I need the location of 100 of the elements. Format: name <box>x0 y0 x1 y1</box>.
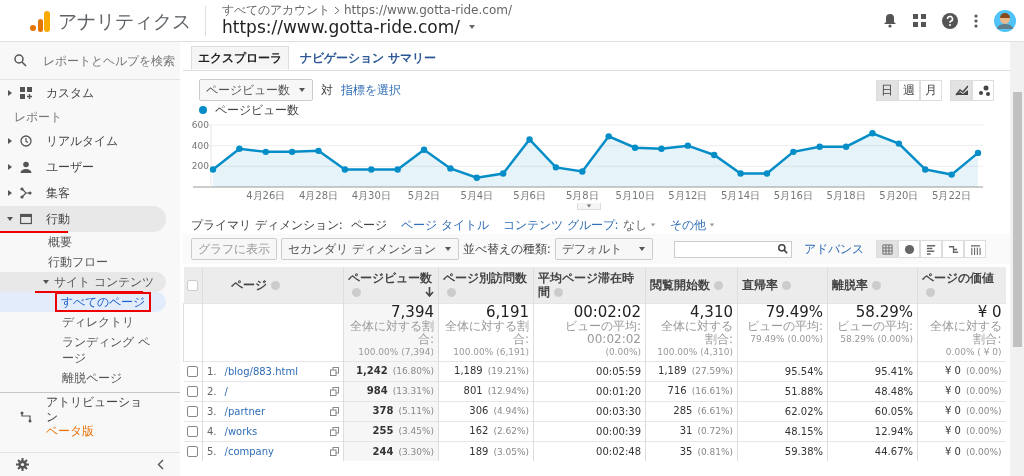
caret-icon <box>467 23 476 31</box>
caret-icon <box>637 245 646 253</box>
cell-percent: (27.59%) <box>691 366 733 377</box>
tab[interactable]: ナビゲーション サマリー <box>293 46 444 70</box>
data-point <box>288 148 296 156</box>
nav-item[interactable]: 離脱ページ <box>0 368 150 388</box>
cell-percent: (13.31%) <box>392 386 434 397</box>
x-tick-label: 5月4日 <box>460 190 494 201</box>
column-header[interactable]: 閲覧開始数 <box>645 267 738 303</box>
scrollbar-thumb[interactable] <box>1013 92 1022 347</box>
search-icon[interactable] <box>778 244 788 254</box>
avatar-icon[interactable] <box>994 9 1016 32</box>
column-header[interactable]: 直帰率 <box>737 267 828 303</box>
data-point <box>605 133 612 140</box>
collapse-icon[interactable] <box>157 459 164 470</box>
pivot-icon <box>969 243 981 255</box>
dimension-option[interactable]: ページ タイトル <box>400 216 489 234</box>
data-point <box>869 130 876 137</box>
collapse-handle[interactable] <box>576 203 601 210</box>
data-point <box>790 148 797 156</box>
sort-arrow-icon[interactable] <box>425 286 434 297</box>
help-icon[interactable] <box>942 12 958 29</box>
cell-percent: (0.00%) <box>965 366 1002 377</box>
caret-icon <box>649 221 656 229</box>
nav-item[interactable]: 行動フロー <box>0 252 180 272</box>
column-header[interactable]: 離脱率 <box>827 267 918 303</box>
row-checkbox[interactable] <box>187 366 199 377</box>
dimension-option[interactable]: その他 <box>669 216 715 234</box>
row-checkbox[interactable] <box>187 446 199 458</box>
page-link[interactable]: / <box>224 383 228 399</box>
nav-item[interactable]: リアルタイム <box>0 128 180 154</box>
chart-mode-button[interactable] <box>972 79 994 101</box>
period-button[interactable]: 日 <box>876 79 898 101</box>
column-header[interactable]: ページの価値 <box>917 267 1006 303</box>
more-icon[interactable] <box>974 13 978 28</box>
column-header[interactable]: ページ <box>202 267 344 303</box>
cell-value: 984 <box>366 385 388 397</box>
view-button[interactable] <box>898 240 920 258</box>
nav-item[interactable]: アトリビューション ベータ版 <box>0 393 180 440</box>
row-checkbox[interactable] <box>187 426 199 437</box>
select-metric-link[interactable]: 指標を選択 <box>341 81 401 99</box>
period-button[interactable]: 月 <box>920 79 942 101</box>
nav-item[interactable]: 概要 <box>0 232 180 252</box>
breadcrumb-item[interactable]: すべてのアカウント <box>222 4 330 17</box>
select-all-checkbox[interactable] <box>186 279 198 291</box>
cell-value: 95.54% <box>784 365 823 377</box>
page-link[interactable]: /works <box>224 423 258 439</box>
chart-mode-button[interactable] <box>950 79 972 101</box>
nav-item[interactable]: 行動 <box>0 206 166 232</box>
period-button[interactable]: 週 <box>898 79 920 101</box>
cell-value: 378 <box>372 405 394 417</box>
data-point <box>447 165 454 172</box>
apps-icon[interactable] <box>913 14 926 27</box>
metric-dropdown[interactable]: ページビュー数 <box>199 79 313 101</box>
row-number: 2. <box>207 384 217 399</box>
view-button[interactable] <box>876 240 898 258</box>
advanced-link[interactable]: アドバンス <box>804 240 864 258</box>
cell-value: 1,189 <box>454 365 483 377</box>
view-button[interactable] <box>964 240 986 258</box>
table-search-field[interactable] <box>674 240 792 258</box>
total-caption: 100.00% (7,394) <box>357 345 434 359</box>
column-header[interactable]: ページビュー数 <box>343 267 439 303</box>
breadcrumb-item[interactable]: https://www.gotta-ride.com/ <box>344 4 512 17</box>
tab[interactable]: エクスプローラ <box>191 46 289 70</box>
settings-icon[interactable] <box>16 458 29 471</box>
view-button[interactable] <box>942 240 964 258</box>
notifications-icon[interactable] <box>883 13 897 28</box>
dimension-option[interactable]: ページ <box>350 216 387 234</box>
pie-icon <box>903 243 915 255</box>
nav-item[interactable]: ユーザー <box>0 154 180 180</box>
dimension-label: プライマリ ディメンション: <box>191 217 343 234</box>
nav-item[interactable]: サイト コンテンツ <box>0 272 166 292</box>
nav-item[interactable]: カスタム <box>0 80 180 106</box>
x-tick-label: 5月20日 <box>879 190 919 201</box>
cell-percent: (12.94%) <box>487 386 529 397</box>
page-link[interactable]: /company <box>224 443 274 459</box>
comparison-icon <box>947 243 959 255</box>
search-field[interactable]: レポートとヘルプを検索 <box>43 51 185 70</box>
page-link[interactable]: /blog/883.html <box>224 363 298 379</box>
cell-value: 48.48% <box>874 385 913 397</box>
cell-percent: (0.00%) <box>965 406 1002 417</box>
column-header[interactable]: 平均ページ滞在時間 <box>533 267 646 303</box>
row-number: 3. <box>207 404 217 419</box>
secondary-dimension-dropdown[interactable]: セカンダリ ディメンション <box>281 238 459 260</box>
data-point <box>420 146 428 153</box>
property-selector[interactable]: https://www.gotta-ride.com/ <box>222 17 460 37</box>
column-header[interactable]: ページ別訪問数 <box>438 267 534 303</box>
row-checkbox[interactable] <box>187 406 199 417</box>
sort-dropdown[interactable]: デフォルト <box>554 238 653 260</box>
dimension-option[interactable]: コンテンツ グループ: なし <box>502 216 656 234</box>
view-button[interactable] <box>920 240 942 258</box>
data-point <box>816 143 823 150</box>
nav-item[interactable]: 集客 <box>0 180 180 206</box>
row-checkbox[interactable] <box>187 386 199 397</box>
page-link[interactable]: /partner <box>224 403 266 419</box>
nav-item[interactable]: すべてのページ <box>0 292 166 312</box>
total-value: 00:02:02 <box>573 304 641 320</box>
nav-item[interactable]: ランディング ページ <box>0 332 150 368</box>
help-icon <box>352 287 361 297</box>
nav-item[interactable]: ディレクトリ <box>0 312 150 332</box>
